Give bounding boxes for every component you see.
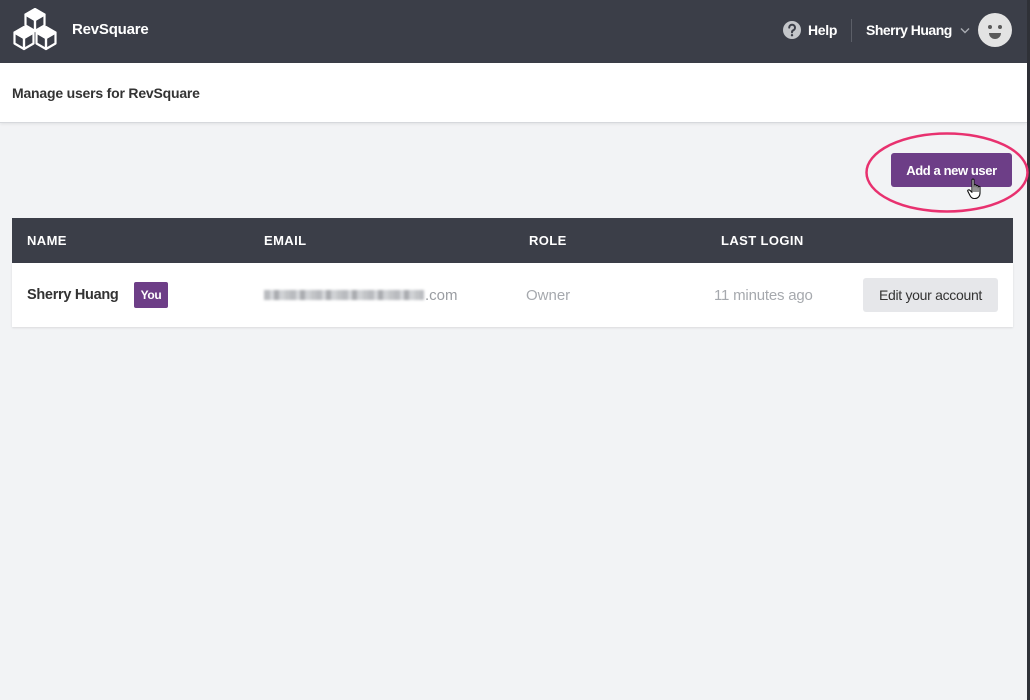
edit-account-button[interactable]: Edit your account: [863, 278, 998, 312]
top-navbar: RevSquare Help Sherry Huang: [0, 0, 1027, 63]
page-header: Manage users for RevSquare: [0, 63, 1027, 123]
users-table-header: NAME EMAIL ROLE LAST LOGIN: [12, 218, 1013, 263]
app-name[interactable]: RevSquare: [72, 21, 149, 39]
column-header-email: EMAIL: [264, 233, 307, 248]
user-name: Sherry Huang: [866, 22, 952, 38]
email-redacted-blur: [264, 290, 424, 300]
email-suffix: .com: [425, 286, 458, 304]
table-row: Sherry Huang You .com Owner 11 minutes a…: [12, 263, 1013, 327]
user-last-login-cell: 11 minutes ago: [714, 286, 813, 304]
user-menu[interactable]: Sherry Huang: [866, 20, 970, 40]
user-role-cell: Owner: [526, 286, 571, 304]
chevron-down-icon: [960, 27, 970, 33]
question-circle-icon: [783, 21, 801, 39]
you-badge: You: [134, 282, 168, 308]
smiley-avatar-icon[interactable]: [977, 12, 1013, 48]
column-header-name: NAME: [27, 233, 67, 248]
user-name-cell: Sherry Huang: [27, 287, 119, 303]
cubes-logo-icon[interactable]: [12, 8, 58, 52]
help-label: Help: [808, 22, 838, 38]
page-title: Manage users for RevSquare: [12, 85, 200, 101]
column-header-role: ROLE: [529, 233, 567, 248]
user-email-cell: .com: [264, 263, 458, 327]
help-link[interactable]: Help: [783, 20, 837, 40]
add-user-button[interactable]: Add a new user: [891, 153, 1012, 187]
nav-divider: [851, 19, 852, 42]
column-header-last-login: LAST LOGIN: [721, 233, 804, 248]
